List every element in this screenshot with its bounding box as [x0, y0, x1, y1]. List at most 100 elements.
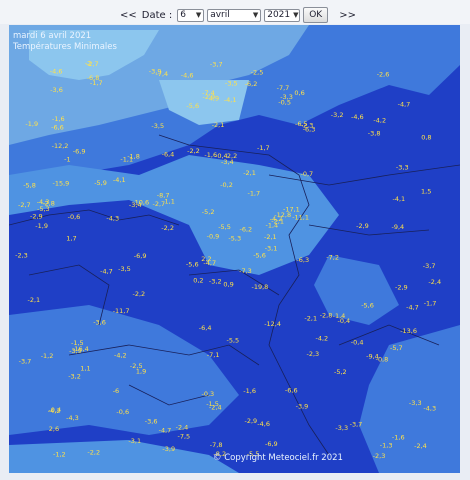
station-temperature-label: -2,9 — [395, 284, 408, 292]
station-temperature-label: -5,5 — [227, 337, 240, 345]
station-temperature-label: -3,5 — [118, 265, 131, 273]
station-temperature-label: -7,7 — [277, 84, 290, 92]
station-temperature-label: -5,5 — [218, 223, 231, 231]
station-temperature-label: -4,3 — [37, 198, 50, 206]
station-temperature-label: -3,6 — [93, 319, 106, 327]
station-temperature-label: -2,4 — [176, 423, 189, 431]
station-temperature-label: -5,2 — [202, 208, 215, 216]
station-temperature-label: -4,6 — [257, 420, 270, 428]
station-temperature-label: -6,2 — [240, 226, 253, 234]
year-select[interactable]: 2021 ▼ — [264, 8, 301, 22]
station-temperature-label: -6,3 — [303, 126, 316, 134]
station-temperature-label: -5,8 — [23, 181, 36, 189]
station-temperature-label: -2,1 — [212, 121, 225, 129]
station-temperature-label: -2,7 — [86, 60, 99, 68]
station-temperature-label: -5,3 — [228, 234, 241, 242]
station-temperature-label: -4,7 — [159, 427, 172, 435]
station-temperature-label: -7,8 — [210, 441, 223, 449]
station-temperature-label: -4,7 — [406, 304, 419, 312]
station-temperature-label: -3,1 — [128, 437, 141, 445]
station-temperature-label: -7,2 — [326, 253, 339, 261]
next-day-link[interactable]: >> — [339, 10, 356, 21]
station-temperature-label: -2,5 — [251, 69, 264, 77]
station-temperature-label: -2,9 — [245, 417, 258, 425]
station-temperature-label: -2,1 — [264, 233, 277, 241]
station-temperature-label: -0,4 — [351, 339, 364, 347]
station-temperature-label: -4,3 — [66, 414, 79, 422]
station-temperature-label: -4,1 — [393, 195, 406, 203]
station-temperature-label: -9,4 — [392, 223, 405, 231]
station-temperature-label: -2,2 — [133, 290, 146, 298]
station-temperature-label: -6,4 — [199, 324, 212, 332]
station-temperature-label: -2,1 — [243, 169, 256, 177]
station-temperature-label: 2,6 — [49, 425, 59, 433]
station-temperature-label: -5,6 — [361, 302, 374, 310]
station-temperature-label: -1,2 — [41, 352, 54, 360]
station-temperature-label: -13,6 — [400, 327, 417, 335]
station-temperature-label: -2,5 — [130, 362, 143, 370]
station-temperature-label: -4,2 — [48, 407, 61, 415]
previous-day-link[interactable]: << — [120, 10, 137, 21]
station-temperature-label: -5,7 — [390, 344, 403, 352]
station-temperature-label: 0,2 — [193, 276, 203, 284]
station-temperature-label: -4,7 — [100, 267, 113, 275]
station-temperature-label: -3,6 — [145, 418, 158, 426]
station-temperature-label: -1,6 — [392, 434, 405, 442]
station-temperature-label: -0,8 — [376, 356, 389, 364]
station-temperature-label: -6,9 — [73, 147, 86, 155]
station-temperature-label: -2,1 — [304, 315, 317, 323]
station-temperature-label: -0,5 — [278, 98, 291, 106]
station-temperature-label: 0,6 — [294, 89, 304, 97]
station-temperature-label: -3,3 — [396, 164, 409, 172]
station-temperature-label: -6,2 — [245, 80, 258, 88]
station-temperature-label: -5,6 — [186, 260, 199, 268]
station-temperature-label: -4,7 — [398, 100, 411, 108]
station-temperature-label: -5,9 — [94, 179, 107, 187]
station-temperature-label: -1,2 — [53, 450, 66, 458]
station-temperature-label: -2,3 — [307, 350, 320, 358]
station-temperature-label: -6,6 — [285, 387, 298, 395]
station-temperature-label: -1,7 — [257, 144, 270, 152]
station-temperature-label: -2,2 — [187, 147, 200, 155]
station-temperature-label: 1,5 — [421, 187, 431, 195]
station-temperature-label: 0,9 — [223, 281, 233, 289]
station-temperature-label: -4,1 — [113, 176, 126, 184]
date-navigation: << Date : 6 ▼ avril ▼ 2021 ▼ OK >> — [120, 7, 356, 23]
station-temperature-label: -2,1 — [28, 296, 41, 304]
station-temperature-label: -1,9 — [25, 120, 38, 128]
station-temperature-label: -3,9 — [162, 445, 175, 453]
station-temperature-label: 2,2 — [201, 255, 211, 263]
station-temperature-label: -2,3 — [15, 251, 28, 259]
station-temperature-label: -6,8 — [87, 74, 100, 82]
ok-button[interactable]: OK — [303, 7, 329, 23]
station-temperature-label: -3,7 — [350, 420, 363, 428]
station-temperature-label: -5,2 — [334, 368, 347, 376]
station-temperature-label: -11,1 — [292, 214, 309, 222]
date-caption: mardi 6 avril 2021 — [13, 31, 92, 41]
day-select[interactable]: 6 ▼ — [177, 8, 205, 22]
chevron-down-icon: ▼ — [252, 11, 259, 19]
station-temperature-label: -3,5 — [225, 80, 238, 88]
station-temperature-label: -11,7 — [113, 307, 130, 315]
copyright-notice: © Copyright Meteociel.fr 2021 — [213, 453, 343, 463]
station-temperature-label: -2,3 — [373, 452, 386, 460]
station-temperature-label: -4,1 — [224, 96, 237, 104]
station-temperature-label: -0,7 — [301, 170, 314, 178]
station-temperature-label: -2,6 — [377, 70, 390, 78]
station-temperature-label: -10,6 — [132, 198, 149, 206]
station-temperature-label: -1,6 — [243, 387, 256, 395]
month-select[interactable]: avril ▼ — [207, 8, 262, 22]
station-temperature-label: -4,2 — [316, 335, 329, 343]
chevron-down-icon: ▼ — [293, 11, 299, 19]
station-temperature-label: -3,2 — [68, 372, 81, 380]
station-temperature-label: -7,1 — [207, 351, 220, 359]
station-temperature-label: -1,4 — [333, 312, 346, 320]
station-temperature-label: -1,6 — [52, 115, 65, 123]
station-temperature-label: -4,6 — [181, 72, 194, 80]
station-temperature-label: -2,9 — [203, 93, 216, 101]
station-temperature-label: -4,2 — [114, 351, 127, 359]
station-temperature-label: -7,5 — [178, 433, 191, 441]
station-temperature-label: -2,4 — [428, 278, 441, 286]
station-temperature-label: -8,7 — [157, 192, 170, 200]
station-temperature-label: -3,5 — [151, 122, 164, 130]
